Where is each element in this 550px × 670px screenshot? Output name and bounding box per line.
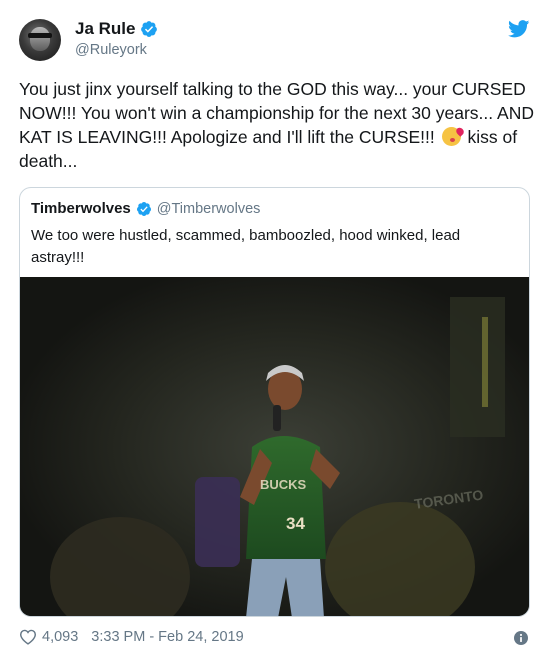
twitter-bird-icon[interactable]	[508, 20, 530, 38]
avatar[interactable]	[19, 19, 61, 61]
tweet-card: Ja Rule @Ruleyork You just jinx yourself…	[0, 0, 550, 670]
quoted-display-name: Timberwolves	[31, 200, 131, 217]
performer-photo: TORONTO 34 BUCKS	[20, 277, 529, 616]
heart-icon[interactable]	[19, 629, 37, 645]
tweet-footer: 4,093 3:33 PM - Feb 24, 2019	[19, 629, 244, 645]
face-blowing-kiss-icon	[441, 127, 461, 146]
info-icon[interactable]	[514, 631, 528, 645]
tweet-timestamp[interactable]: 3:33 PM - Feb 24, 2019	[91, 629, 243, 645]
quoted-tweet-header: Timberwolves @Timberwolves	[31, 200, 260, 217]
quoted-handle: @Timberwolves	[156, 200, 261, 217]
quoted-tweet-photo[interactable]: TORONTO 34 BUCKS	[20, 277, 529, 616]
avatar-face	[30, 27, 50, 51]
author-handle[interactable]: @Ruleyork	[75, 42, 147, 58]
like-count[interactable]: 4,093	[42, 629, 78, 645]
author-name-row[interactable]: Ja Rule	[75, 19, 158, 39]
quoted-tweet-text: We too were hustled, scammed, bamboozled…	[31, 227, 461, 266]
avatar-sunglasses	[28, 33, 52, 38]
verified-badge-icon	[136, 201, 151, 216]
author-display-name[interactable]: Ja Rule	[75, 19, 135, 39]
jersey-number: 34	[286, 514, 305, 533]
quoted-tweet[interactable]: Timberwolves @Timberwolves We too were h…	[19, 187, 530, 617]
jersey-lettering: BUCKS	[260, 477, 307, 492]
tweet-body: You just jinx yourself talking to the GO…	[19, 77, 534, 173]
verified-badge-icon	[141, 21, 158, 37]
